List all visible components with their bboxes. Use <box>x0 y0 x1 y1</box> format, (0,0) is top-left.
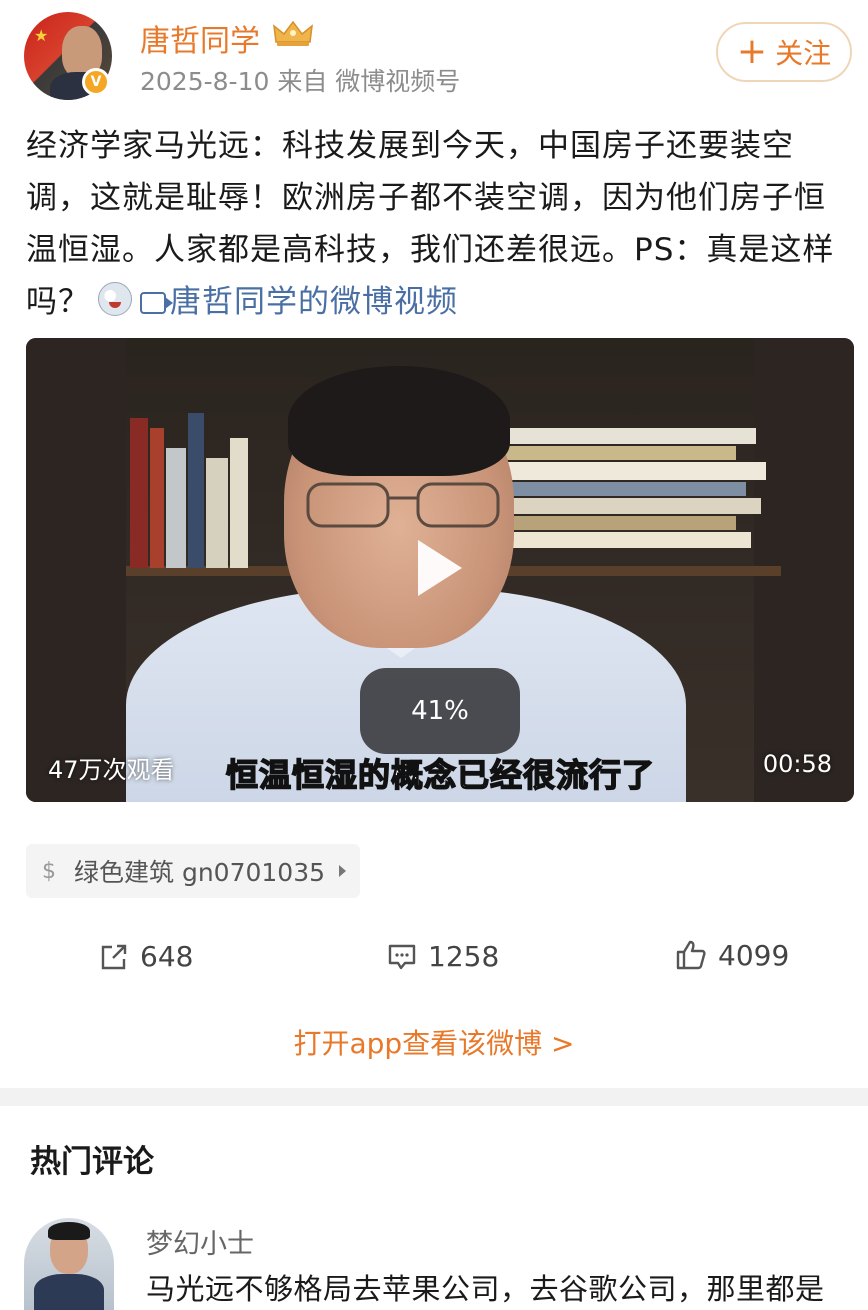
follow-button[interactable]: + 关注 <box>716 22 852 82</box>
chevron-right-icon <box>339 865 347 877</box>
play-icon[interactable] <box>418 540 462 596</box>
comment-text: 马光远不够格局去苹果公司，去谷歌公司，那里都是 <box>146 1272 825 1306</box>
progress-toast: 41% <box>360 668 520 754</box>
verified-badge-icon: V <box>82 68 110 96</box>
video-duration: 00:58 <box>762 750 832 778</box>
comment-button[interactable]: 1258 <box>386 940 499 973</box>
open-app-link[interactable]: 打开app查看该微博 > <box>0 1022 868 1062</box>
books-right <box>496 428 766 568</box>
flag-star-icon: ★ <box>34 26 49 45</box>
video-link-label: 唐哲同学的微博视频 <box>170 284 458 320</box>
comment-icon <box>388 944 416 969</box>
repost-button[interactable]: 648 <box>98 940 193 973</box>
commenter-hair <box>48 1222 90 1240</box>
video-subtitle: 恒温恒湿的概念已经很流行了 <box>225 755 656 795</box>
weibo-post-page: ★ V 唐哲同学 2025-8-10 来自 微博视频号 + 关注 经济学家马光远… <box>0 0 868 1310</box>
hot-comments-title: 热门评论 <box>30 1144 154 1180</box>
like-button[interactable]: 4099 <box>674 938 789 972</box>
books-left <box>130 408 250 568</box>
panda-emoji-icon <box>98 282 132 316</box>
post-meta: 2025-8-10 来自 微博视频号 <box>140 62 460 98</box>
follow-label: 关注 <box>775 37 832 70</box>
person-hair <box>288 366 510 476</box>
like-count: 4099 <box>718 938 790 972</box>
commenter-avatar[interactable] <box>24 1218 114 1310</box>
crown-icon <box>273 20 313 46</box>
video-camera-icon <box>140 292 173 314</box>
section-divider <box>0 1088 868 1106</box>
dollar-icon: $ <box>42 858 56 884</box>
commenter-name[interactable]: 梦幻小士 <box>146 1222 254 1261</box>
post-date: 2025-8-10 <box>140 67 270 96</box>
video-link[interactable]: 唐哲同学的微博视频 <box>140 284 458 320</box>
repost-count: 648 <box>140 940 194 973</box>
share-icon <box>101 944 127 969</box>
video-letterbox-left <box>26 338 126 802</box>
thumbs-up-icon <box>676 940 706 970</box>
author-name[interactable]: 唐哲同学 <box>140 16 260 60</box>
view-count: 47万次观看 <box>48 756 175 784</box>
person-glasses <box>306 482 500 528</box>
topic-tag[interactable]: $ 绿色建筑 gn0701035 <box>26 844 360 898</box>
post-source[interactable]: 来自 微博视频号 <box>277 67 460 96</box>
plus-icon: + <box>736 31 768 72</box>
topic-tag-label: 绿色建筑 gn0701035 <box>74 858 326 887</box>
video-player[interactable]: 41% 47万次观看 恒温恒湿的概念已经很流行了 00:58 <box>26 338 854 802</box>
comment-count: 1258 <box>428 940 500 973</box>
post-text: 经济学家马光远：科技发展到今天，中国房子还要装空调，这就是耻辱！欧洲房子都不装空… <box>26 120 852 328</box>
commenter-shirt <box>34 1274 104 1310</box>
